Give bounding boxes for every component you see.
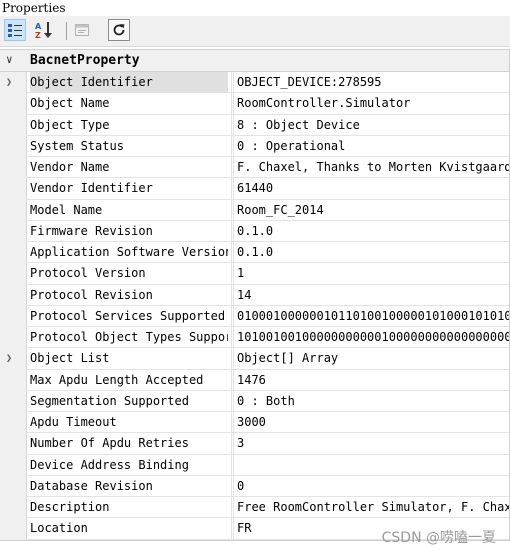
property-row[interactable]: ❯ Object Identifier OBJECT_DEVICE:278595 [6, 72, 510, 94]
property-name: Segmentation Supported [30, 393, 189, 408]
property-name: Protocol Revision [30, 287, 153, 302]
chevron-down-icon[interactable]: ∨ [6, 53, 13, 66]
property-row[interactable]: Protocol Revision 14 [26, 284, 510, 306]
property-name: Protocol Version [30, 266, 146, 281]
property-name: Protocol Services Supported [30, 308, 226, 323]
property-value[interactable]: 3 [233, 433, 510, 454]
property-row[interactable]: Max Apdu Length Accepted 1476 [26, 369, 510, 391]
refresh-button[interactable] [108, 19, 130, 41]
property-row[interactable]: Protocol Services Supported 0100010000001… [26, 305, 510, 327]
property-grid: ∨ BacnetProperty ❯ Object Identifier OBJEC… [0, 49, 510, 542]
property-name: Location [30, 521, 88, 536]
property-value[interactable]: 61440 [233, 178, 510, 199]
property-row[interactable]: Description Free RoomController Simulator… [26, 497, 510, 519]
property-value[interactable]: 0.1.0 [233, 242, 510, 263]
property-row[interactable]: Protocol Version 1 [26, 263, 510, 285]
window-title: Properties [2, 1, 66, 15]
property-row[interactable]: Firmware Revision 0.1.0 [26, 220, 510, 242]
property-pages-button[interactable] [71, 19, 93, 41]
watermark: CSDN @唠嗑一夏 [381, 530, 496, 546]
svg-text:Z: Z [35, 31, 41, 40]
refresh-icon [113, 24, 125, 36]
property-value[interactable]: Room_FC_2014 [233, 199, 510, 220]
property-name: Firmware Revision [30, 223, 153, 238]
property-value[interactable]: 1476 [233, 369, 510, 390]
property-row[interactable]: Vendor Name F. Chaxel, Thanks to Morten K… [26, 157, 510, 179]
property-row[interactable]: Device Address Binding [26, 454, 510, 476]
property-value[interactable]: 0.1.0 [233, 220, 510, 241]
property-row[interactable]: Database Revision 0 [26, 475, 510, 497]
sort-alphabetical-button[interactable]: A Z [33, 19, 55, 41]
property-row[interactable]: Application Software Version 0.1.0 [26, 242, 510, 264]
property-name: Protocol Object Types Supported [30, 330, 228, 344]
property-value[interactable] [233, 454, 510, 475]
toolbar-separator [66, 22, 67, 40]
property-name: Object Identifier [30, 72, 228, 93]
property-name: Device Address Binding [30, 457, 189, 472]
property-row[interactable]: Protocol Object Types Supported 101001001… [26, 327, 510, 349]
property-value[interactable]: Free RoomController Simulator, F. Chaxel [233, 497, 510, 518]
property-name: Object Name [30, 96, 110, 111]
property-value[interactable]: 3000 [233, 412, 510, 433]
category-label: BacnetProperty [30, 53, 140, 68]
grid-margin [0, 72, 27, 542]
property-row[interactable]: Apdu Timeout 3000 [26, 412, 510, 434]
property-value[interactable]: 14 [233, 284, 510, 305]
property-value[interactable]: 1 [233, 263, 510, 284]
categorized-button[interactable] [4, 19, 26, 41]
property-value[interactable]: 0 : Operational [233, 135, 510, 156]
svg-text:A: A [35, 22, 42, 31]
property-name: Object Type [30, 117, 110, 132]
sort-az-icon: A Z [35, 22, 52, 40]
property-row[interactable]: Model Name Room_FC_2014 [26, 199, 510, 221]
toolbar: A Z [0, 16, 510, 47]
property-value[interactable]: 8 : Object Device [233, 114, 510, 135]
property-value[interactable]: 0 [233, 475, 510, 496]
property-row[interactable]: Number Of Apdu Retries 3 [26, 433, 510, 455]
chevron-right-icon[interactable]: ❯ [6, 353, 12, 364]
property-name: Database Revision [30, 478, 153, 493]
property-name: Description [30, 500, 110, 514]
property-row[interactable]: Object Type 8 : Object Device [26, 114, 510, 136]
properties-window: Properties A Z ∨ BacnetProperty ❯ Object… [0, 0, 510, 556]
property-name: Max Apdu Length Accepted [30, 372, 204, 387]
property-name: Model Name [30, 202, 103, 217]
property-name: Vendor Identifier [30, 181, 153, 196]
property-value[interactable]: OBJECT_DEVICE:278595 [233, 72, 510, 93]
property-name: Object List [30, 351, 110, 366]
property-rows: ❯ Object Identifier OBJECT_DEVICE:278595 Ob… [6, 72, 510, 540]
property-value[interactable]: 0 : Both [233, 390, 510, 411]
chevron-right-icon[interactable]: ❯ [6, 77, 12, 88]
property-value[interactable]: 1010010010000000000010000000000000000000 [233, 327, 510, 348]
property-row[interactable]: Segmentation Supported 0 : Both [26, 390, 510, 412]
property-row[interactable]: ❯ Object List Object[] Array [6, 348, 510, 370]
property-row[interactable]: Object Name RoomController.Simulator [26, 93, 510, 115]
category-header[interactable]: ∨ BacnetProperty [0, 50, 510, 72]
property-value[interactable]: RoomController.Simulator [233, 93, 510, 114]
property-name: Vendor Name [30, 160, 110, 174]
property-name: Application Software Version [30, 245, 228, 259]
property-pages-icon [75, 24, 89, 36]
property-name: Apdu Timeout [30, 415, 117, 429]
property-name: System Status [30, 138, 124, 153]
property-value[interactable]: 010001000000101101001000001010001010101 [233, 305, 510, 326]
property-value[interactable]: F. Chaxel, Thanks to Morten Kvistgaard [233, 157, 510, 178]
property-name: Number Of Apdu Retries [30, 436, 189, 451]
property-row[interactable]: Vendor Identifier 61440 [26, 178, 510, 200]
property-row[interactable]: System Status 0 : Operational [26, 135, 510, 157]
categorized-icon [8, 24, 22, 37]
property-value[interactable]: Object[] Array [233, 348, 510, 369]
